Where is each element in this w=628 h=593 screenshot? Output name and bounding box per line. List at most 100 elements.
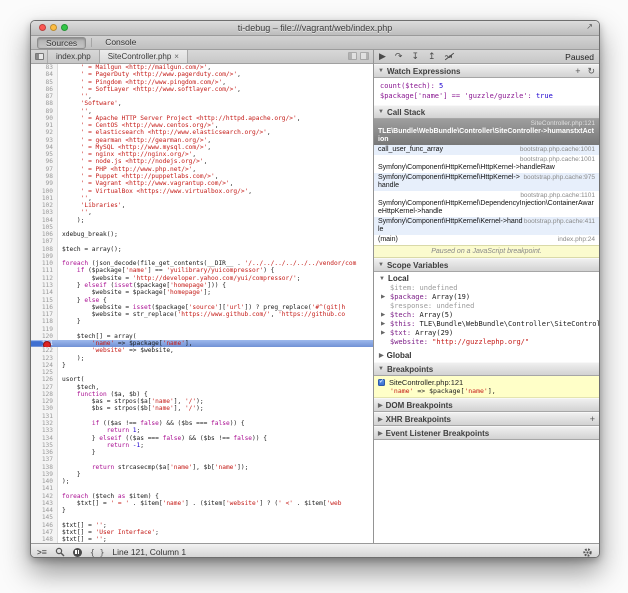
code-line[interactable]: 134 } elseif (($as === false) && ($bs !=… xyxy=(31,435,373,442)
breakpoint-marker[interactable] xyxy=(31,341,51,346)
file-tab-sitecontroller-php[interactable]: SiteController.php × xyxy=(100,50,188,63)
line-number[interactable]: 85 xyxy=(31,79,58,86)
line-number[interactable]: 83 xyxy=(31,64,58,71)
disclosure-triangle-icon[interactable]: ▼ xyxy=(378,262,384,268)
code-line[interactable]: 144} xyxy=(31,507,373,514)
code-line[interactable]: 91 ' = CentOS <http://www.centos.org/>', xyxy=(31,122,373,129)
scope-variable[interactable]: ▶$txt: Array(29) xyxy=(374,329,599,338)
line-number[interactable]: 88 xyxy=(31,100,58,107)
expand-triangle-icon[interactable]: ▶ xyxy=(381,329,385,338)
line-number[interactable]: 99 xyxy=(31,180,58,187)
code-line[interactable]: 143 $txt[] = ' = ' . $item['name'] . ($i… xyxy=(31,500,373,507)
scope-variables-header[interactable]: ▼ Scope Variables xyxy=(374,258,599,272)
console-toggle-icon[interactable]: >≡ xyxy=(37,547,47,557)
line-number[interactable]: 84 xyxy=(31,71,58,78)
code-line[interactable]: 138 return strcasecmp($a['name'], $b['na… xyxy=(31,464,373,471)
disclosure-triangle-icon[interactable]: ▼ xyxy=(379,276,385,282)
code-line[interactable]: 84 ' = PagerDuty <http://www.pagerduty.c… xyxy=(31,71,373,78)
line-number[interactable]: 103 xyxy=(31,209,58,216)
line-number[interactable]: 93 xyxy=(31,137,58,144)
line-number[interactable]: 133 xyxy=(31,427,58,434)
step-out-button[interactable]: ↥ xyxy=(428,51,436,62)
line-number[interactable]: 95 xyxy=(31,151,58,158)
pause-on-exceptions-icon[interactable] xyxy=(73,548,82,557)
expand-triangle-icon[interactable]: ▶ xyxy=(381,311,385,320)
deactivate-breakpoints-button[interactable]: ↝ xyxy=(445,51,453,62)
section-header-xhr-breakpoints[interactable]: ▶XHR Breakpoints+ xyxy=(374,412,599,426)
disclosure-triangle-icon[interactable]: ▼ xyxy=(378,68,384,74)
step-over-button[interactable]: ↷ xyxy=(395,51,403,62)
code-line[interactable]: 106xdebug_break(); xyxy=(31,231,373,238)
line-number[interactable]: 148 xyxy=(31,536,58,543)
disclosure-triangle-icon[interactable]: ▶ xyxy=(379,352,384,359)
line-number[interactable]: 100 xyxy=(31,188,58,195)
file-tab-index-php[interactable]: index.php xyxy=(48,50,100,63)
code-line[interactable]: 102 'Libraries', xyxy=(31,202,373,209)
code-line[interactable]: 126usort( xyxy=(31,376,373,383)
add-xhr-breakpoint-button[interactable]: + xyxy=(590,414,595,424)
scope-variable[interactable]: ▶$tech: Array(5) xyxy=(374,311,599,320)
breakpoints-header[interactable]: ▼ Breakpoints xyxy=(374,362,599,376)
code-line[interactable]: 103 '', xyxy=(31,209,373,216)
disclosure-triangle-icon[interactable]: ▼ xyxy=(378,366,384,372)
line-number[interactable]: 120 xyxy=(31,333,58,340)
line-number[interactable]: 107 xyxy=(31,238,58,245)
tab-sources[interactable]: Sources xyxy=(37,37,86,49)
code-line[interactable]: 140); xyxy=(31,478,373,485)
call-stack-frame[interactable]: bootstrap.php.cache:411Symfony\Component… xyxy=(374,217,599,235)
line-number[interactable]: 143 xyxy=(31,500,58,507)
expand-triangle-icon[interactable]: ▶ xyxy=(381,320,385,329)
code-line[interactable]: 94 ' = MySQL <http://www.mysql.com/>', xyxy=(31,144,373,151)
code-line[interactable]: 125 xyxy=(31,369,373,376)
scope-variable[interactable]: ▶$this: TLE\Bundle\WebBundle\Controller\… xyxy=(374,320,599,329)
line-number[interactable]: 98 xyxy=(31,173,58,180)
line-number[interactable]: 123 xyxy=(31,355,58,362)
code-line[interactable]: 89 '', xyxy=(31,108,373,115)
code-line[interactable]: 119 xyxy=(31,326,373,333)
pretty-print-icon[interactable]: { } xyxy=(90,548,104,557)
line-number[interactable]: 142 xyxy=(31,493,58,500)
code-line[interactable]: 120 $tech[] = array( xyxy=(31,333,373,340)
line-number[interactable]: 101 xyxy=(31,195,58,202)
code-line[interactable]: 107 xyxy=(31,238,373,245)
line-number[interactable]: 86 xyxy=(31,86,58,93)
section-header-dom-breakpoints[interactable]: ▶DOM Breakpoints xyxy=(374,398,599,412)
disclosure-triangle-icon[interactable]: ▼ xyxy=(378,109,384,115)
code-line[interactable]: 145 xyxy=(31,514,373,521)
settings-gear-icon[interactable] xyxy=(582,547,593,558)
line-number[interactable]: 139 xyxy=(31,471,58,478)
line-number[interactable]: 110 xyxy=(31,260,58,267)
line-number[interactable]: 125 xyxy=(31,369,58,376)
code-line[interactable]: 93 ' = gearman <http://gearman.org/>', xyxy=(31,137,373,144)
line-number[interactable]: 106 xyxy=(31,231,58,238)
code-line[interactable]: 136 } xyxy=(31,449,373,456)
code-editor[interactable]: 83 ' = Mailgun <http://mailgun.com/>',84… xyxy=(31,64,373,543)
split-pane-left-icon[interactable] xyxy=(348,52,357,60)
line-number[interactable]: 124 xyxy=(31,362,58,369)
code-line[interactable]: 114 $website = $package['homepage']; xyxy=(31,289,373,296)
code-line[interactable]: 148$txt[] = ''; xyxy=(31,536,373,543)
line-number[interactable]: 131 xyxy=(31,413,58,420)
line-number[interactable]: 92 xyxy=(31,129,58,136)
line-number[interactable]: 96 xyxy=(31,158,58,165)
code-line[interactable]: 122 'website' => $website, xyxy=(31,347,373,354)
line-number[interactable]: 115 xyxy=(31,297,58,304)
line-number[interactable]: 87 xyxy=(31,93,58,100)
call-stack-frame[interactable]: bootstrap.php.cache:1101Symfony\Componen… xyxy=(374,191,599,217)
line-number[interactable]: 127 xyxy=(31,384,58,391)
disclosure-triangle-icon[interactable]: ▶ xyxy=(378,430,383,437)
line-number[interactable]: 116 xyxy=(31,304,58,311)
code-line[interactable]: 132 if (($as !== false) && ($bs === fals… xyxy=(31,420,373,427)
code-line[interactable]: 83 ' = Mailgun <http://mailgun.com/>', xyxy=(31,64,373,71)
code-line[interactable]: 130 $bs = strpos($b['name'], '/'); xyxy=(31,405,373,412)
line-number[interactable]: 122 xyxy=(31,347,58,354)
continue-button[interactable]: ▶ xyxy=(379,51,386,62)
breakpoint-entry[interactable]: ✓ SiteController.php:121 'name' => $pack… xyxy=(374,376,599,398)
line-number[interactable]: 119 xyxy=(31,326,58,333)
code-line[interactable]: 88 'Software', xyxy=(31,100,373,107)
scope-variable[interactable]: $response: undefined xyxy=(374,302,599,311)
code-line[interactable]: 85 ' = Pingdom <http://www.pingdom.com/>… xyxy=(31,79,373,86)
code-line[interactable]: 117 $website = str_replace('https://www.… xyxy=(31,311,373,318)
code-line[interactable]: 96 ' = node.js <http://nodejs.org/>', xyxy=(31,158,373,165)
code-line[interactable]: 141 xyxy=(31,485,373,492)
